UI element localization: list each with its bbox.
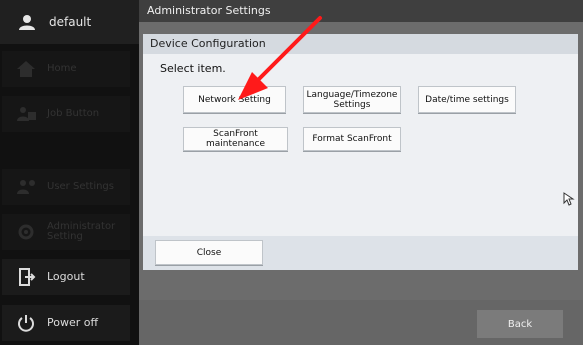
user-icon (19, 15, 35, 30)
sidebar-item-label: Administrator Setting (47, 221, 116, 242)
language-timezone-button[interactable]: Language/Timezone Settings (303, 86, 401, 113)
select-prompt: Select item. (160, 62, 226, 75)
home-icon (17, 61, 35, 77)
screen: default Home Job Button User Settings Ad… (0, 0, 583, 345)
power-icon (18, 315, 34, 332)
sidebar: default Home Job Button User Settings Ad… (0, 0, 139, 345)
dialog-body: Select item. Network Setting Language/Ti… (143, 54, 578, 236)
user-settings-icon (17, 180, 35, 194)
logout-icon (19, 268, 36, 286)
user-row: default (0, 0, 139, 44)
sidebar-item-label: Logout (47, 270, 85, 283)
sidebar-item-logout[interactable]: Logout (2, 259, 130, 295)
admin-settings-icon (18, 224, 34, 240)
sidebar-item-admin-setting[interactable]: Administrator Setting (2, 214, 130, 250)
page-title: Administrator Settings (139, 0, 583, 22)
dialog-title: Device Configuration (143, 34, 578, 54)
job-button-icon (17, 107, 36, 121)
bottom-bar: Back (139, 300, 583, 345)
network-setting-button[interactable]: Network Setting (183, 86, 286, 113)
device-configuration-dialog: Device Configuration Select item. Networ… (143, 34, 578, 270)
mouse-cursor-icon (563, 192, 575, 206)
sidebar-item-power-off[interactable]: Power off (2, 305, 130, 341)
sidebar-item-label: Home (47, 63, 77, 74)
sidebar-item-job-button[interactable]: Job Button (2, 96, 130, 132)
main-panel: Administrator Settings Device Configurat… (139, 0, 583, 345)
format-scanfront-button[interactable]: Format ScanFront (303, 127, 401, 151)
sidebar-item-label: Power off (47, 316, 99, 329)
close-button[interactable]: Close (155, 240, 263, 265)
datetime-settings-button[interactable]: Date/time settings (418, 86, 516, 113)
scanfront-maintenance-button[interactable]: ScanFront maintenance (183, 127, 288, 151)
user-name: default (49, 15, 92, 29)
sidebar-item-home[interactable]: Home (2, 51, 130, 87)
dialog-footer: Close (143, 236, 578, 270)
sidebar-item-user-settings[interactable]: User Settings (2, 169, 130, 205)
sidebar-item-label: Job Button (47, 108, 100, 119)
sidebar-item-label: User Settings (47, 181, 114, 192)
back-button[interactable]: Back (477, 310, 563, 338)
